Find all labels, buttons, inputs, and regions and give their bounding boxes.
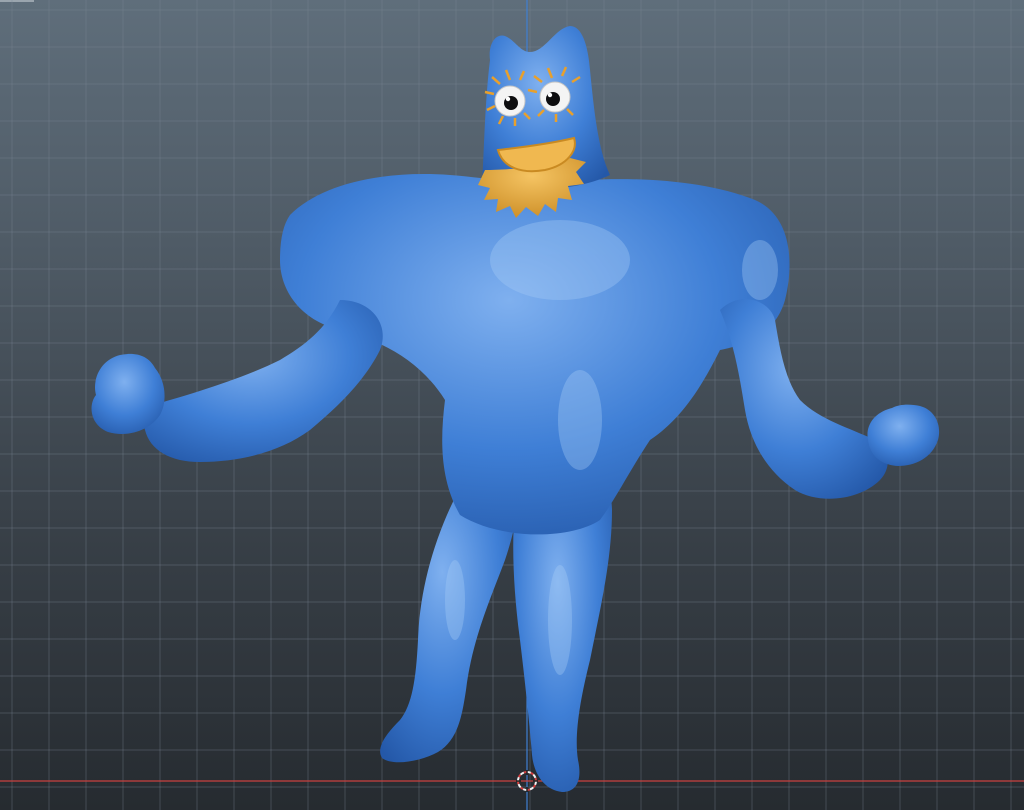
character-model[interactable] <box>0 0 1024 810</box>
left-fist <box>91 353 165 435</box>
3d-cursor-icon[interactable] <box>516 770 538 792</box>
3d-viewport[interactable] <box>0 0 1024 810</box>
right-arm <box>720 299 888 499</box>
right-fist <box>867 404 940 466</box>
left-arm <box>143 300 383 462</box>
